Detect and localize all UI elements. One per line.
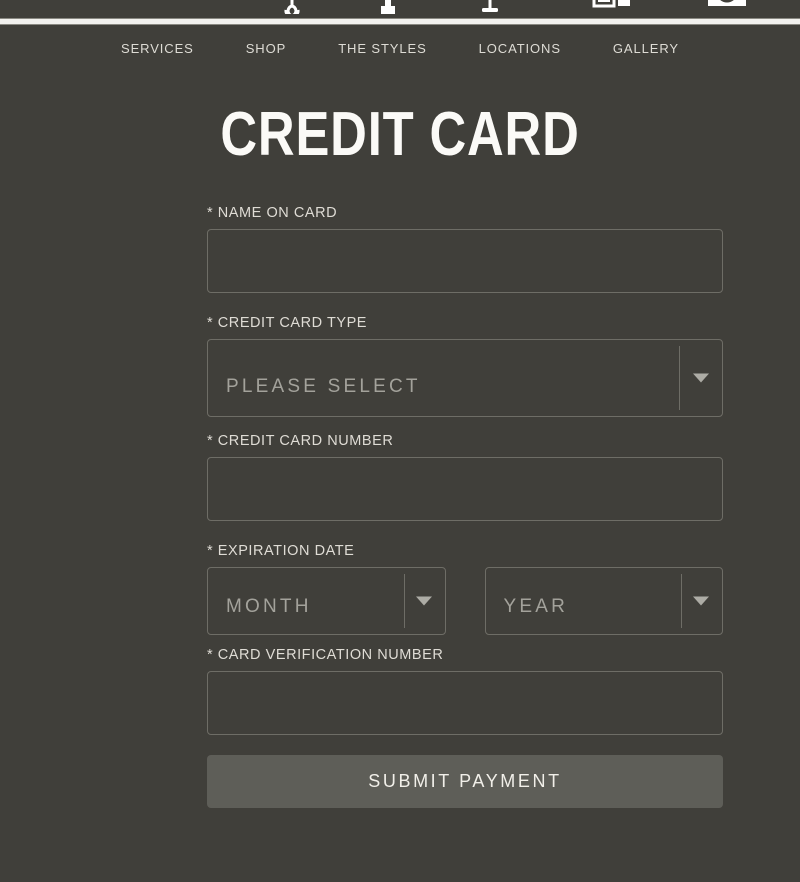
- label-name-on-card: * NAME ON CARD: [207, 205, 338, 221]
- credit-card-type-select[interactable]: PLEASE SELECT: [207, 339, 723, 417]
- field-expiration-date: * EXPIRATION DATE MONTH YEAR: [207, 543, 723, 635]
- nav-item-gallery[interactable]: GALLERY: [587, 41, 697, 56]
- main-navigation: SERVICES SHOP THE STYLES LOCATIONS GALLE…: [0, 25, 800, 71]
- map-pin-icon[interactable]: [590, 0, 636, 18]
- nav-item-locations[interactable]: LOCATIONS: [453, 41, 587, 56]
- label-credit-card-type: * CREDIT CARD TYPE: [207, 315, 368, 331]
- camera-icon[interactable]: [704, 0, 750, 18]
- expiration-year-value: YEAR: [503, 596, 569, 617]
- select-divider: [681, 574, 682, 628]
- nav-list: SERVICES SHOP THE STYLES LOCATIONS GALLE…: [103, 41, 697, 56]
- bottle-icon[interactable]: [365, 0, 411, 18]
- select-divider: [679, 346, 680, 410]
- credit-card-form: * NAME ON CARD * CREDIT CARD TYPE PLEASE…: [207, 205, 723, 808]
- expiration-row: MONTH YEAR: [207, 567, 723, 635]
- nav-item-shop[interactable]: SHOP: [220, 41, 312, 56]
- field-credit-card-number: * CREDIT CARD NUMBER: [207, 433, 723, 521]
- label-expiration-date: * EXPIRATION DATE: [207, 543, 355, 559]
- nav-item-the-styles[interactable]: THE STYLES: [312, 41, 452, 56]
- expiration-year-select[interactable]: YEAR: [484, 567, 723, 635]
- credit-card-type-value: PLEASE SELECT: [226, 376, 421, 397]
- nav-item-services[interactable]: SERVICES: [103, 41, 220, 56]
- header-divider: [0, 18, 800, 25]
- field-credit-card-type: * CREDIT CARD TYPE PLEASE SELECT: [207, 315, 723, 417]
- submit-payment-button[interactable]: SUBMIT PAYMENT: [207, 755, 723, 808]
- chevron-down-icon: [693, 596, 709, 606]
- chevron-down-icon: [693, 373, 709, 383]
- field-name-on-card: * NAME ON CARD: [207, 205, 723, 293]
- page-title: CREDIT CARD: [220, 100, 580, 169]
- header-icon-strip: [0, 0, 800, 18]
- label-credit-card-number: * CREDIT CARD NUMBER: [207, 433, 394, 449]
- razor-icon[interactable]: [467, 0, 513, 18]
- select-divider: [403, 574, 405, 628]
- chevron-down-icon: [415, 596, 432, 606]
- scissors-icon[interactable]: [269, 0, 315, 18]
- card-verification-number-input[interactable]: [207, 671, 723, 735]
- label-card-verification-number: * CARD VERIFICATION NUMBER: [207, 647, 444, 663]
- field-card-verification-number: * CARD VERIFICATION NUMBER: [207, 647, 723, 735]
- credit-card-number-input[interactable]: [207, 457, 723, 521]
- expiration-month-select[interactable]: MONTH: [207, 567, 446, 635]
- expiration-month-value: MONTH: [226, 596, 312, 617]
- name-on-card-input[interactable]: [207, 229, 723, 293]
